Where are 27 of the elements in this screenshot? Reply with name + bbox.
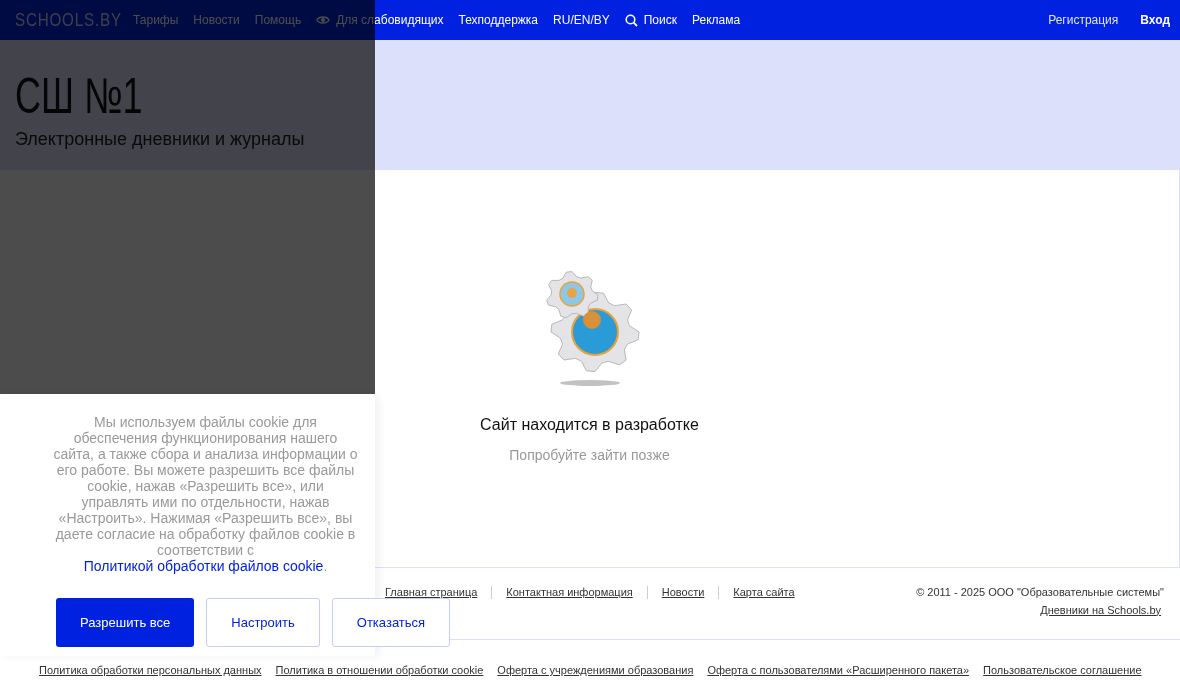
cookie-button[interactable]: Разрешить все <box>56 598 195 647</box>
footer-link[interactable]: Карта сайта <box>733 584 795 601</box>
policy-link[interactable]: Оферта с пользователями «Расширенного пакета» <box>707 662 970 679</box>
policy-link[interactable]: Оферта с учреждениями образования <box>497 662 694 679</box>
nav-link[interactable]: Реклама <box>692 11 741 29</box>
register-link[interactable]: Регистрация <box>1048 11 1119 29</box>
school-title: СШ №1 <box>15 68 143 124</box>
policy-link[interactable]: Политика в отношении обработки cookie <box>275 662 484 679</box>
login-link[interactable]: Вход <box>1140 11 1170 29</box>
school-subtitle: Электронные дневники и журналы <box>15 128 306 151</box>
nav-link[interactable]: Техподдержка <box>458 11 539 29</box>
nav-link[interactable]: RU/EN/BY <box>553 11 610 29</box>
cookie-notice-text: Мы используем файлы cookie для обеспечения функционирования нашего сайта, а также сбора и анализа информации о его работе. Вы можете разрешить все файлы cookie, нажав «Разрешить все», или управлять ими по отдельности, нажав «Настроить». Нажимая «Разрешить все», вы даете согласие на обработку файлов cookie в соответствии с Политикой обработки файлов cookie. <box>52 414 359 574</box>
cookie-policy-link[interactable]: Политикой обработки файлов cookie <box>83 558 324 574</box>
policy-link[interactable]: Политика обработки персональных данных <box>39 662 262 679</box>
footer-link[interactable]: Контактная информация <box>506 584 633 601</box>
search-icon <box>624 13 638 27</box>
copyright-text: © 2011 - 2025 ООО "Образовательные системы" <box>916 585 1164 600</box>
cookie-button[interactable]: Отказаться <box>331 598 451 647</box>
policy-link[interactable]: Пользовательское соглашение <box>983 662 1142 679</box>
footer-link[interactable]: Главная страница <box>385 584 478 601</box>
footer-link[interactable]: Новости <box>661 584 705 601</box>
site-link[interactable]: Дневники на Schools.by <box>1040 601 1161 618</box>
search-link[interactable]: Поиск <box>624 11 677 29</box>
status-title: Сайт находится в разработке <box>480 415 699 435</box>
cookie-button[interactable]: Настроить <box>206 598 320 647</box>
status-subtitle: Попробуйте зайти позже <box>509 446 670 465</box>
